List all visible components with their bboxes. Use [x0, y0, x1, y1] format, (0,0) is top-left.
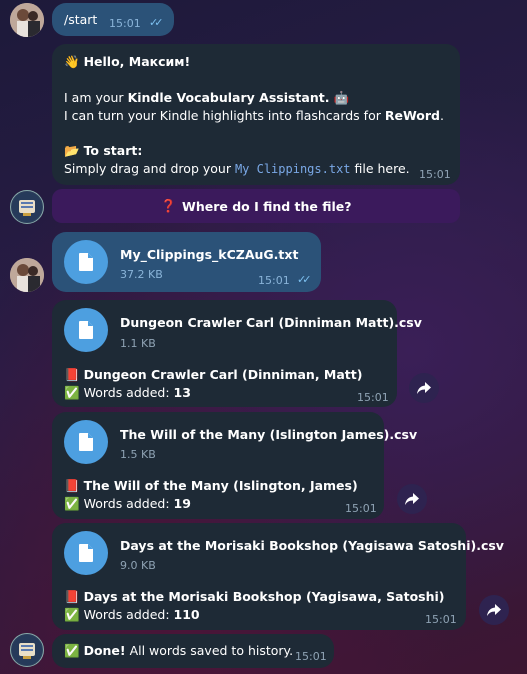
words-added-label: Words added:	[83, 607, 170, 622]
words-added-count: 13	[173, 385, 191, 400]
bot-avatar[interactable]	[10, 633, 44, 667]
done-line: ✅ Done! All words saved to history.	[64, 643, 293, 659]
read-ticks-icon: ✓✓	[149, 16, 164, 29]
reword-prefix: I can turn your Kindle highlights into f…	[64, 108, 385, 123]
forward-icon	[417, 382, 431, 394]
book-title: The Will of the Many (Islington, James)	[83, 478, 358, 493]
book-title-line: 📕 The Will of the Many (Islington, James…	[64, 478, 358, 494]
file-icon[interactable]	[64, 531, 108, 575]
file-icon[interactable]	[64, 308, 108, 352]
book-icon: 📕	[64, 478, 80, 493]
reword-line: I can turn your Kindle highlights into f…	[64, 108, 444, 123]
bot-avatar[interactable]	[10, 190, 44, 224]
file-size: 9.0 KB	[120, 559, 156, 572]
book-title-line: 📕 Dungeon Crawler Carl (Dinniman, Matt)	[64, 367, 362, 383]
message-time: 15:01	[345, 502, 377, 515]
book-icon: 📕	[64, 367, 80, 382]
welcome-message: 👋 Hello, Максим! I am your Kindle Vocabu…	[52, 44, 460, 185]
drag-prefix: Simply drag and drop your	[64, 161, 235, 176]
message-time: 15:01	[357, 391, 389, 404]
csv-result-message: Days at the Morisaki Bookshop (Yagisawa …	[52, 523, 504, 630]
words-added-count: 110	[173, 607, 200, 622]
to-start-label: To start:	[83, 143, 143, 158]
book-title: Days at the Morisaki Bookshop (Yagisawa,…	[83, 589, 445, 604]
words-added-line: ✅ Words added: 110	[64, 607, 200, 623]
file-name: The Will of the Many (Islington James).c…	[120, 427, 418, 442]
read-ticks-icon: ✓✓	[297, 273, 312, 286]
file-icon[interactable]	[64, 240, 108, 284]
intro-prefix: I am your	[64, 90, 128, 105]
where-find-file-label: Where do I find the file?	[182, 198, 352, 214]
greeting-line: 👋 Hello, Максим!	[64, 54, 190, 70]
forward-icon	[487, 604, 501, 616]
words-added-label: Words added:	[83, 385, 170, 400]
check-icon: ✅	[64, 385, 80, 400]
intro-line: I am your Kindle Vocabulary Assistant. 🤖	[64, 90, 349, 106]
csv-result-message: The Will of the Many (Islington James).c…	[52, 412, 417, 519]
message-time: 15:01	[258, 274, 290, 287]
done-text: All words saved to history.	[125, 643, 294, 658]
csv-result-message: Dungeon Crawler Carl (Dinniman Matt).csv…	[52, 300, 422, 407]
clippings-filename: My Clippings.txt	[234, 162, 351, 176]
forward-button[interactable]	[409, 373, 439, 403]
file-name: My_Clippings_kCZAuG.txt	[120, 247, 299, 262]
question-icon: ❓	[160, 198, 177, 213]
reword-name: ReWord	[384, 108, 440, 123]
words-added-line: ✅ Words added: 13	[64, 385, 191, 401]
book-title: Dungeon Crawler Carl (Dinniman, Matt)	[83, 367, 363, 382]
file-name: Dungeon Crawler Carl (Dinniman Matt).csv	[120, 315, 422, 330]
done-message: ✅ Done! All words saved to history. 15:0…	[52, 634, 334, 668]
words-added-label: Words added:	[83, 496, 170, 511]
uploaded-file-message[interactable]: My_Clippings_kCZAuG.txt 37.2 KB 15:01 ✓✓	[52, 232, 321, 292]
message-time: 15:01	[109, 17, 141, 30]
drag-drop-line: Simply drag and drop your My Clippings.t…	[64, 161, 410, 176]
file-size: 1.1 KB	[120, 337, 156, 350]
wave-icon: 👋	[64, 54, 80, 69]
where-find-file-button[interactable]: ❓ Where do I find the file?	[52, 189, 460, 223]
words-added-count: 19	[173, 496, 191, 511]
forward-button[interactable]	[479, 595, 509, 625]
folder-icon: 📂	[64, 143, 80, 158]
message-time: 15:01	[419, 168, 451, 181]
drag-suffix: file here.	[350, 161, 410, 176]
file-name: Days at the Morisaki Bookshop (Yagisawa …	[120, 538, 504, 553]
check-icon: ✅	[64, 607, 80, 622]
start-command-message: /start 15:01 ✓✓	[52, 3, 174, 36]
forward-button[interactable]	[397, 484, 427, 514]
reword-suffix: .	[440, 108, 444, 123]
assistant-name: Kindle Vocabulary Assistant.	[127, 90, 330, 105]
file-size: 1.5 KB	[120, 448, 156, 461]
words-added-line: ✅ Words added: 19	[64, 496, 191, 512]
user-avatar[interactable]	[10, 258, 44, 292]
file-icon[interactable]	[64, 420, 108, 464]
start-command-text: /start	[64, 12, 98, 27]
file-size: 37.2 KB	[120, 268, 163, 281]
user-avatar[interactable]	[10, 3, 44, 37]
greeting-text: Hello, Максим!	[83, 54, 191, 69]
message-time: 15:01	[295, 650, 327, 663]
check-icon: ✅	[64, 643, 80, 658]
check-icon: ✅	[64, 496, 80, 511]
to-start-line: 📂 To start:	[64, 143, 142, 159]
message-time: 15:01	[425, 613, 457, 626]
book-icon: 📕	[64, 589, 80, 604]
book-title-line: 📕 Days at the Morisaki Bookshop (Yagisaw…	[64, 589, 445, 605]
robot-icon: 🤖	[333, 90, 350, 105]
forward-icon	[405, 493, 419, 505]
done-label: Done!	[83, 643, 126, 658]
